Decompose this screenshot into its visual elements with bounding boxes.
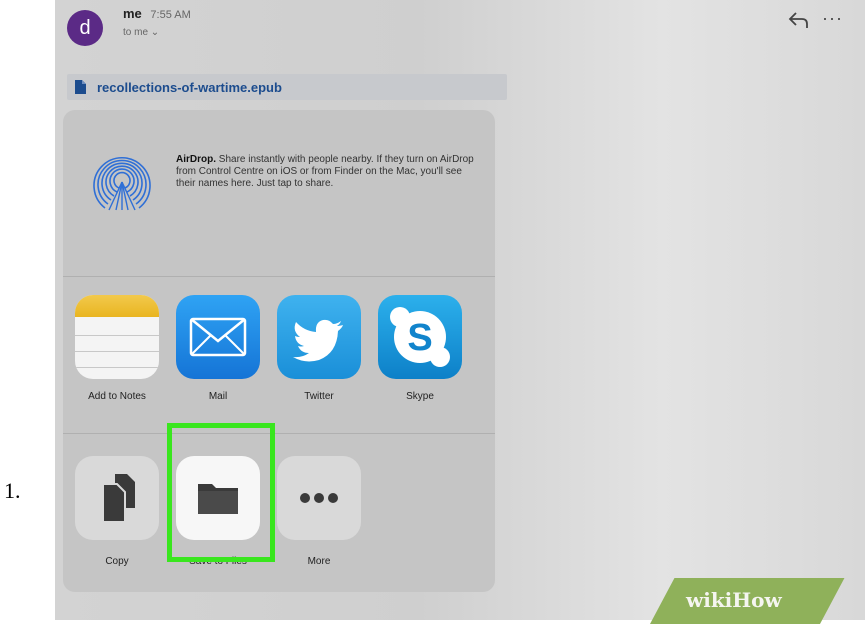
action-copy[interactable]: Copy: [72, 456, 162, 567]
recipient-toggle[interactable]: to me ⌄: [123, 27, 159, 38]
airdrop-icon: [93, 156, 151, 212]
skype-icon: S: [378, 295, 462, 379]
airdrop-title: AirDrop.: [176, 154, 216, 165]
highlight-box: [167, 423, 275, 562]
sender-name: me: [123, 6, 142, 21]
sender-avatar[interactable]: d: [67, 10, 103, 46]
mail-icon: [176, 295, 260, 379]
share-actions-row: Copy Save to Files More: [63, 423, 495, 592]
airdrop-section[interactable]: AirDrop. Share instantly with people nea…: [63, 110, 495, 277]
more-options-icon[interactable]: ···: [822, 9, 843, 27]
airdrop-description: AirDrop. Share instantly with people nea…: [176, 154, 476, 190]
copy-icon: [75, 456, 159, 540]
share-app-notes[interactable]: Add to Notes: [72, 295, 162, 402]
twitter-icon: [277, 295, 361, 379]
share-app-label: Twitter: [304, 391, 334, 402]
share-app-label: Skype: [406, 391, 434, 402]
share-app-label: Add to Notes: [88, 391, 146, 402]
action-label: Copy: [105, 556, 129, 567]
share-app-twitter[interactable]: Twitter: [274, 295, 364, 402]
share-app-skype[interactable]: S Skype: [375, 295, 465, 402]
svg-text:S: S: [407, 317, 432, 359]
sender-line: me 7:55 AM: [123, 6, 191, 21]
share-app-label: Mail: [208, 391, 228, 402]
wikihow-watermark: wikiHow: [686, 588, 782, 612]
share-app-mail[interactable]: Mail: [173, 295, 263, 402]
notes-icon: [75, 295, 159, 379]
action-more[interactable]: More: [274, 456, 364, 567]
document-icon: [75, 80, 86, 94]
action-label: More: [307, 556, 331, 567]
attachment-bar[interactable]: recollections-of-wartime.epub: [67, 74, 507, 100]
reply-icon[interactable]: [788, 10, 810, 30]
list-marker: 1.: [4, 478, 21, 503]
airdrop-body: Share instantly with people nearby. If t…: [176, 154, 474, 189]
share-sheet: AirDrop. Share instantly with people nea…: [63, 110, 495, 592]
ellipsis-icon: [277, 456, 361, 540]
share-apps-row: Add to Notes Mail Twitter S Skype: [63, 277, 495, 434]
sent-time: 7:55 AM: [150, 9, 191, 21]
mail-screen: d me 7:55 AM to me ⌄ ··· recollections-o…: [55, 0, 865, 620]
attachment-filename: recollections-of-wartime.epub: [97, 80, 282, 95]
